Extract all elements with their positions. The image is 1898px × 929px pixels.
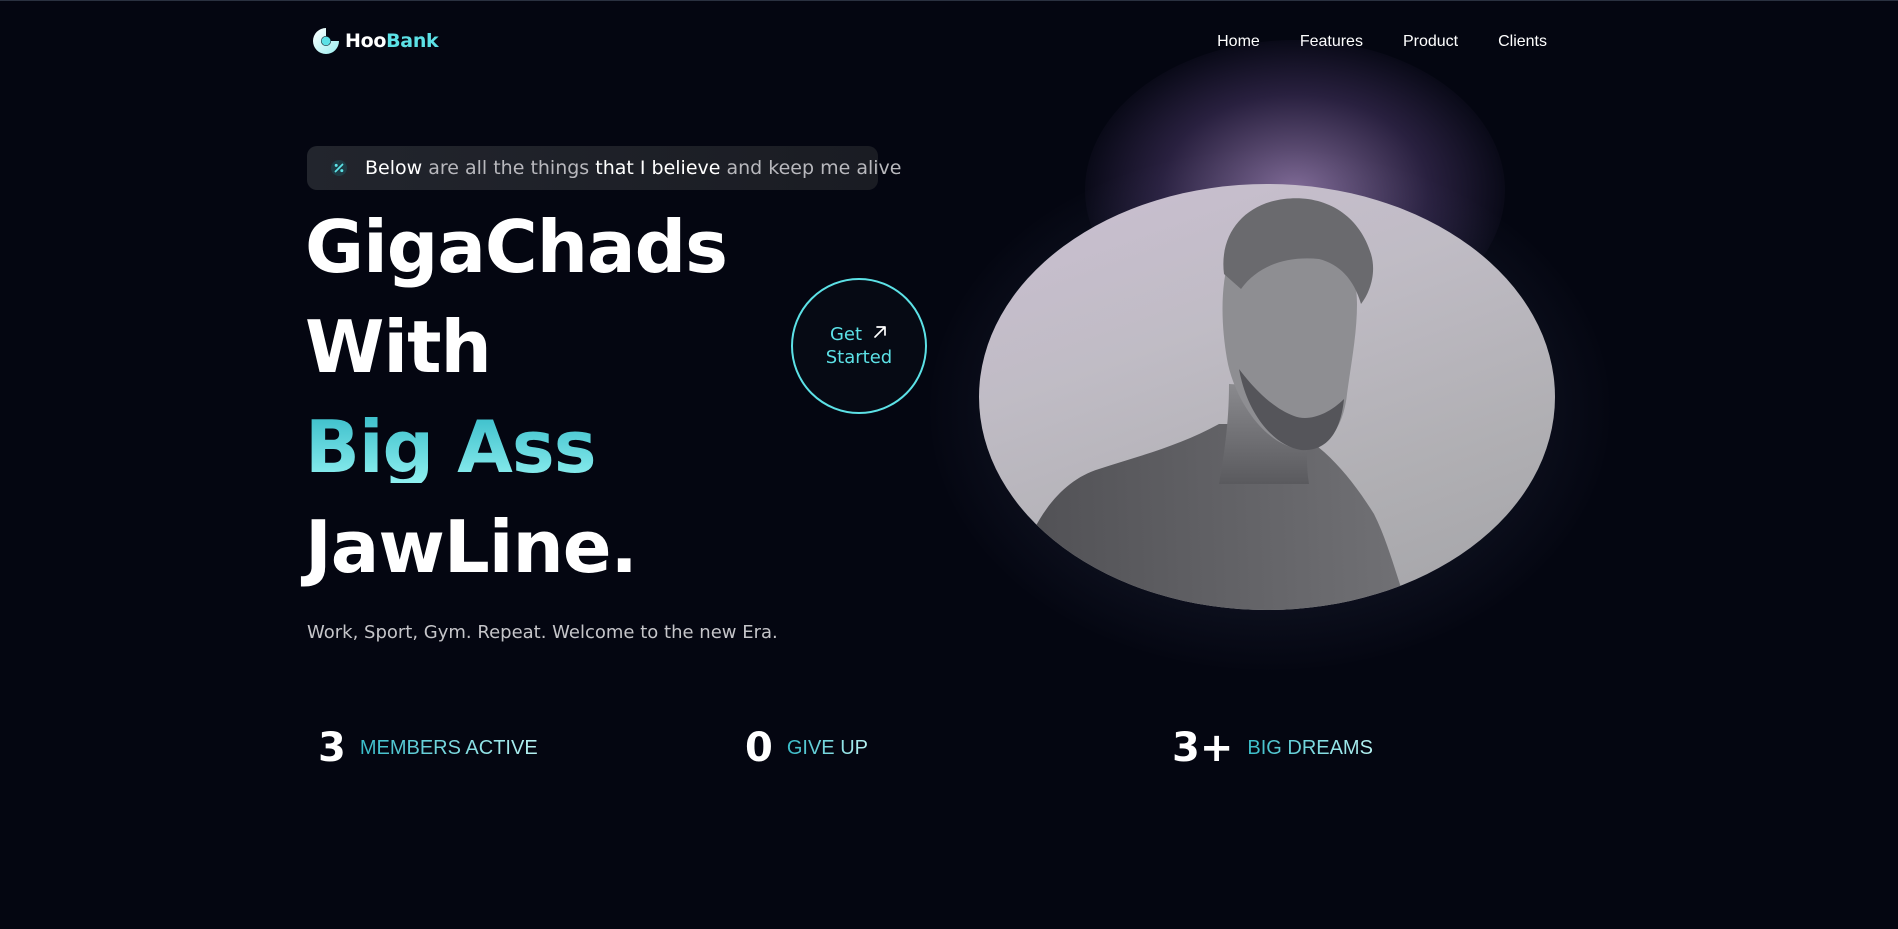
stat-value: 3+ [1172, 725, 1234, 771]
portrait-illustration [1009, 198, 1409, 610]
stat-give-up: 0 GIVE UP [745, 725, 868, 771]
badge-text: Below are all the things that I believe … [365, 157, 902, 179]
discount-icon [330, 159, 348, 177]
headline-line-1: GigaChads [305, 205, 728, 289]
hero-image [979, 184, 1555, 610]
stat-members-active: 3 MEMBERS ACTIVE [318, 725, 538, 771]
stat-value: 3 [318, 725, 346, 771]
get-started-button[interactable]: Get Started [791, 278, 927, 414]
intro-badge: Below are all the things that I believe … [307, 146, 901, 190]
stat-label: MEMBERS ACTIVE [359, 736, 538, 759]
stat-big-dreams: 3+ BIG DREAMS [1172, 725, 1373, 771]
logo-icon [310, 25, 342, 57]
headline-line-4: JawLine. [305, 505, 638, 589]
stat-label: BIG DREAMS [1247, 736, 1373, 759]
nav-clients-link[interactable]: Clients [1498, 33, 1547, 51]
logo-text: HooBank [345, 30, 439, 52]
hero-subtitle: Work, Sport, Gym. Repeat. Welcome to the… [307, 622, 778, 643]
logo[interactable]: HooBank [310, 25, 439, 57]
stat-value: 0 [745, 725, 773, 771]
headline-line-3: Big Ass [305, 405, 597, 489]
cta-label-line-2: Started [825, 347, 893, 368]
cta-label-line-1: Get [829, 324, 863, 345]
stat-label: GIVE UP [786, 736, 868, 759]
top-border [0, 0, 1898, 1]
arrow-up-right-icon [872, 323, 888, 346]
headline-line-2: With [305, 305, 492, 389]
nav-product-link[interactable]: Product [1403, 33, 1458, 51]
